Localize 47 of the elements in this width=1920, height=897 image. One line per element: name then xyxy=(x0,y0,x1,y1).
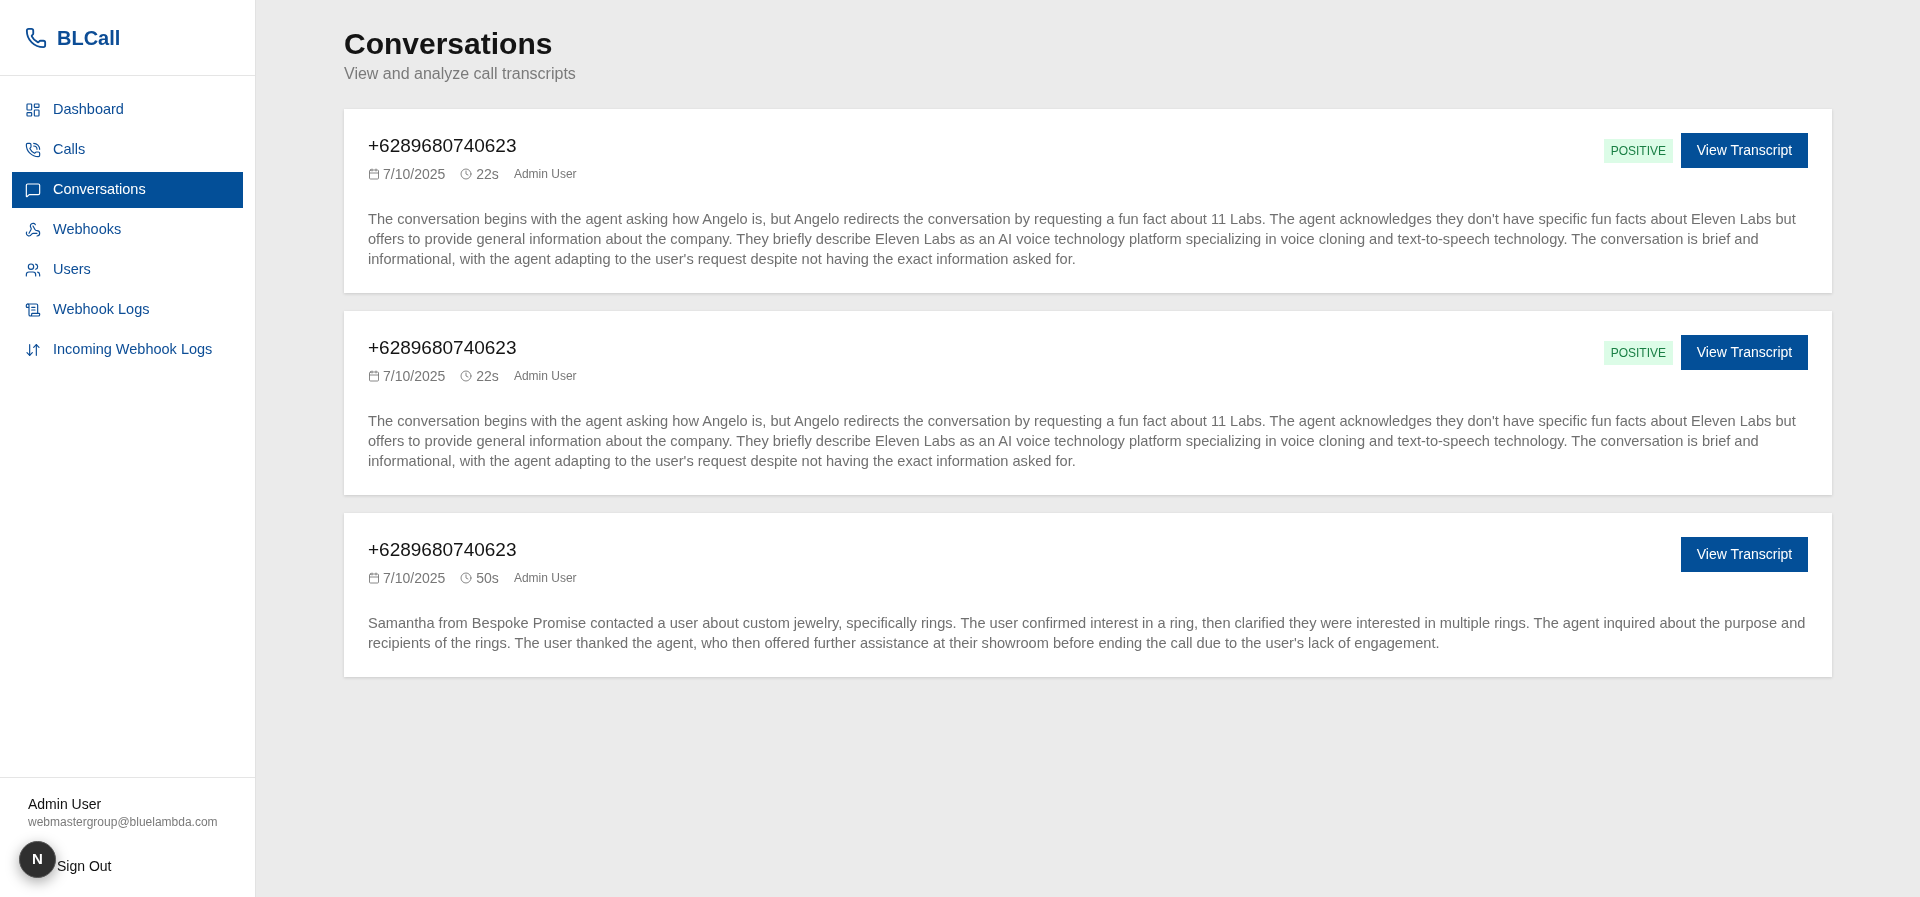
sentiment-badge: POSITIVE xyxy=(1603,138,1673,163)
nav-item[interactable]: Incoming Webhook Logs xyxy=(12,332,243,368)
user-email: webmastergroup@bluelambda.com xyxy=(28,814,219,830)
phone-number: +6289680740623 xyxy=(368,134,518,158)
call-duration: 22s xyxy=(476,165,499,184)
nav-item[interactable]: Webhook Logs xyxy=(12,292,243,328)
grid-icon xyxy=(25,102,41,118)
clock-icon xyxy=(460,370,473,382)
nav-item[interactable]: Conversations xyxy=(12,172,243,208)
users-icon xyxy=(25,262,41,278)
brand-name[interactable]: BLCall xyxy=(57,22,121,53)
call-date: 7/10/2025 xyxy=(383,165,446,184)
nav-item[interactable]: Webhooks xyxy=(12,212,243,248)
call-duration: 50s xyxy=(476,569,499,588)
view-transcript-button[interactable]: View Transcript xyxy=(1681,537,1808,572)
phone-call-icon xyxy=(25,142,41,158)
conversation-summary: The conversation begins with the agent asking how Angelo is, but Angelo redirects the conversation by requesting a fun fact about 11 Labs. The agent acknowledges they don't have specific fun facts about Eleven Labs but offers to provide general information about the company. They briefly describe Eleven Labs as an AI voice technology platform specializing in voice cloning and text-to-speech technology. The conversation is brief and informational, with the agent adapting to the user's request despite not having the exact information asked for. xyxy=(368,210,1797,269)
phone-number: +6289680740623 xyxy=(368,538,518,562)
scroll-icon xyxy=(25,302,41,318)
phone-icon xyxy=(25,26,47,49)
view-transcript-button[interactable]: View Transcript xyxy=(1681,133,1808,168)
clock-icon xyxy=(460,572,473,584)
view-transcript-button[interactable]: View Transcript xyxy=(1681,335,1808,370)
agent-name: Admin User xyxy=(513,570,577,587)
clock-icon xyxy=(460,168,473,180)
conversation-summary: Samantha from Bespoke Promise contacted a user about custom jewelry, specifically rings. The user confirmed interest in a ring, then clarified they were interested in multiple rings. The agent inquired about the purpose and recipients of the rings. The user thanked the agent, who then offered further assistance at their showroom before ending the call due to the user's lack of engagement. xyxy=(368,614,1807,653)
sentiment-badge: POSITIVE xyxy=(1603,340,1673,365)
sign-out-button[interactable]: Sign Out xyxy=(57,856,112,876)
agent-name: Admin User xyxy=(513,166,577,183)
webhook-icon xyxy=(25,222,41,238)
call-date: 7/10/2025 xyxy=(383,367,446,386)
calendar-icon xyxy=(368,370,380,382)
nav-item[interactable]: Users xyxy=(12,252,243,288)
page-subtitle: View and analyze call transcripts xyxy=(344,64,577,84)
agent-name: Admin User xyxy=(513,368,577,385)
arrows-icon xyxy=(25,342,41,358)
user-name: Admin User xyxy=(28,795,103,814)
chat-bubble-icon xyxy=(25,182,41,198)
call-date: 7/10/2025 xyxy=(383,569,446,588)
page-title: Conversations xyxy=(344,26,554,62)
calendar-icon xyxy=(368,572,380,584)
nav-item[interactable]: Calls xyxy=(12,132,243,168)
calendar-icon xyxy=(368,168,380,180)
phone-number: +6289680740623 xyxy=(368,336,518,360)
nav-item[interactable]: Dashboard xyxy=(12,92,243,128)
conversation-summary: The conversation begins with the agent asking how Angelo is, but Angelo redirects the conversation by requesting a fun fact about 11 Labs. The agent acknowledges they don't have specific fun facts about Eleven Labs but offers to provide general information about the company. They briefly describe Eleven Labs as an AI voice technology platform specializing in voice cloning and text-to-speech technology. The conversation is brief and informational, with the agent adapting to the user's request despite not having the exact information asked for. xyxy=(368,412,1797,471)
call-duration: 22s xyxy=(476,367,499,386)
